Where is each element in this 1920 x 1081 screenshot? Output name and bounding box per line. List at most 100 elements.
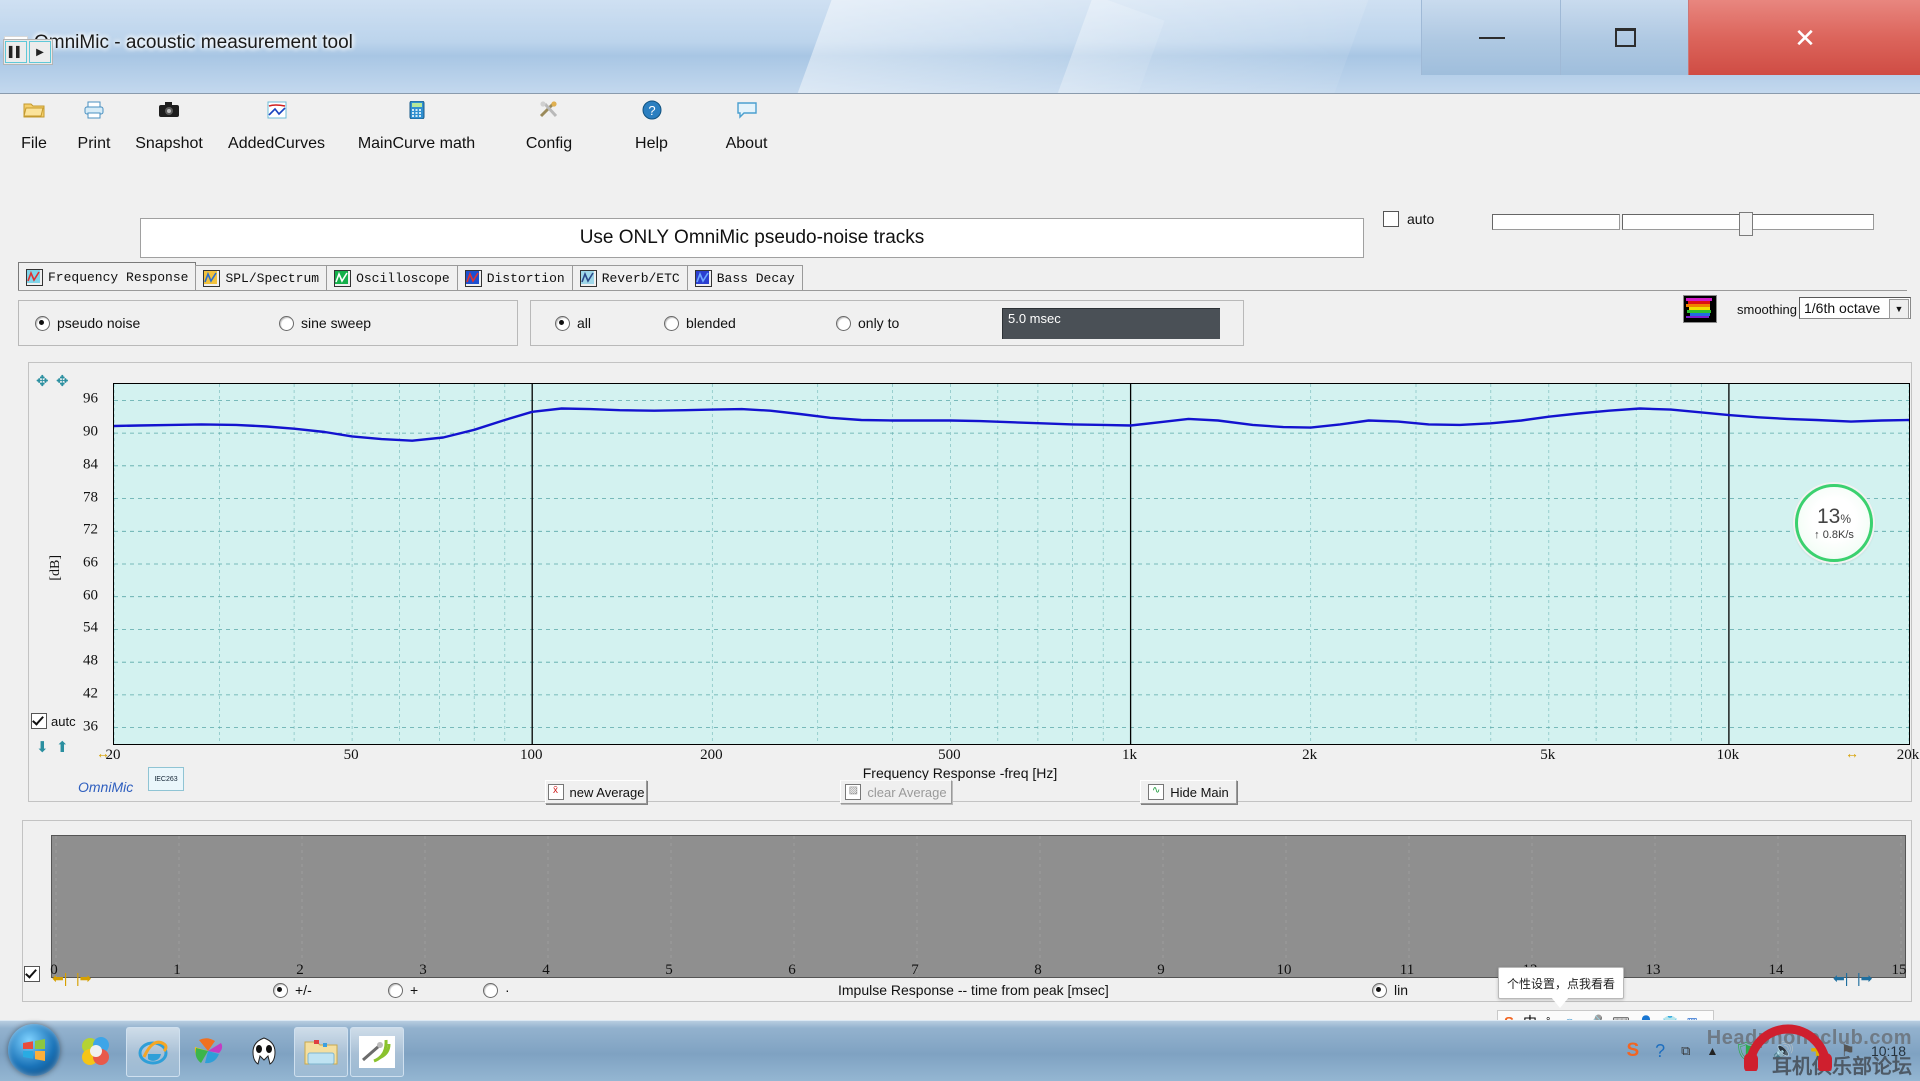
autoscale-checkbox-row[interactable]: autc xyxy=(31,713,76,729)
radio-label: + xyxy=(410,982,419,998)
radio-only-to[interactable]: only to xyxy=(836,315,899,331)
radio-[interactable]: · xyxy=(483,982,510,998)
radio-sine-sweep[interactable]: sine sweep xyxy=(279,315,371,331)
maximize-button[interactable] xyxy=(1560,0,1689,75)
radio-pseudo-noise[interactable]: pseudo noise xyxy=(35,315,140,331)
radio-indicator[interactable] xyxy=(555,315,570,331)
message-text: Use ONLY OmniMic pseudo-noise tracks xyxy=(579,227,925,248)
menu-item-file[interactable]: File xyxy=(4,94,64,166)
360-browser-icon[interactable] xyxy=(182,1027,234,1075)
impulse-x-tick: 6 xyxy=(788,962,796,978)
x-axis-tick: 100 xyxy=(519,747,543,763)
radio-label: pseudo noise xyxy=(57,315,141,331)
pause-button[interactable]: ▌▌ xyxy=(5,41,27,63)
tab-frequency-response[interactable]: Frequency Response xyxy=(18,262,197,291)
iec-badge[interactable]: IEC263 xyxy=(148,767,184,791)
radio-indicator[interactable] xyxy=(836,315,851,331)
autoscale-checkbox[interactable] xyxy=(31,713,47,729)
plot-contract-icon[interactable]: ✥ xyxy=(56,372,69,390)
chevron-up-icon[interactable]: ▲ xyxy=(1706,1044,1718,1058)
radio-indicator[interactable] xyxy=(273,982,288,998)
level-slider-1[interactable] xyxy=(1492,214,1620,230)
x-axis-max-arrow-icon[interactable]: ↔ xyxy=(1845,745,1859,761)
windows-orb-icon[interactable] xyxy=(8,1024,60,1076)
impulse-x-tick: 9 xyxy=(1157,962,1165,978)
menu-item-snapshot[interactable]: Snapshot xyxy=(124,94,214,166)
impulse-x-tick: 11 xyxy=(1399,962,1415,978)
y-axis-tick: 72 xyxy=(83,521,98,538)
radio-[interactable]: + xyxy=(388,982,418,998)
ime-tooltip[interactable]: 个性设置，点我看看 xyxy=(1498,967,1624,1008)
menu-item-maincurve-math[interactable]: MainCurve math xyxy=(339,94,494,166)
play-button[interactable]: ▶ xyxy=(29,41,51,63)
chevron-down-icon[interactable]: ▼ xyxy=(1889,299,1909,319)
clear-average-button: ▨ clear Average xyxy=(840,780,952,804)
radio-[interactable]: +/- xyxy=(273,982,312,998)
smoothing-select[interactable]: 1/6th octave ▼ xyxy=(1799,297,1911,319)
impulse-zoom-out-icon[interactable]: ⬅| xyxy=(1833,970,1848,987)
radio-indicator[interactable] xyxy=(279,315,294,331)
impulse-x-tick: 13 xyxy=(1645,962,1661,978)
frequency-response-plot[interactable] xyxy=(113,383,1910,745)
impulse-enable-checkbox[interactable] xyxy=(24,966,40,982)
tab-oscilloscope[interactable]: Oscilloscope xyxy=(326,265,458,291)
radio-indicator[interactable] xyxy=(483,982,498,998)
sogou-browser-icon[interactable] xyxy=(70,1027,122,1075)
radio-indicator[interactable] xyxy=(388,982,403,998)
tray-sogou-icon[interactable]: S xyxy=(1626,1040,1639,1062)
menu-item-help[interactable]: ? Help xyxy=(604,94,699,166)
menu-item-print[interactable]: Print xyxy=(64,94,124,166)
tray-help-icon[interactable]: ? xyxy=(1655,1041,1665,1062)
tray-show-hidden-icon[interactable]: ⧉ xyxy=(1681,1043,1690,1059)
minimize-button[interactable] xyxy=(1421,0,1561,75)
omnimic-app-icon[interactable] xyxy=(350,1027,404,1077)
impulse-zoom-in-icon[interactable]: |➡ xyxy=(1857,970,1872,987)
network-speed-badge[interactable]: 13% ↑ 0.8K/s xyxy=(1795,484,1873,562)
application-window: OmniMic - acoustic measurement tool ✕ Fi… xyxy=(0,0,1920,1020)
menu-item-config[interactable]: Config xyxy=(494,94,604,166)
radio-label: sine sweep xyxy=(301,315,372,331)
menu-item-label: Help xyxy=(635,135,668,152)
plot-expand-icon[interactable]: ✥ xyxy=(36,372,49,390)
auto-checkbox[interactable] xyxy=(1383,211,1399,227)
internet-explorer-icon[interactable] xyxy=(126,1027,180,1077)
y-axis-label: [dB] xyxy=(48,555,63,581)
distortion-icon xyxy=(464,270,482,287)
tab-distortion[interactable]: Distortion xyxy=(456,265,573,291)
radio-indicator[interactable] xyxy=(35,315,50,331)
network-rate: 0.8K/s xyxy=(1822,528,1854,541)
y-axis-tick: 60 xyxy=(83,587,98,604)
menu-item-about[interactable]: About xyxy=(699,94,794,166)
hide-main-button[interactable]: ∿ Hide Main xyxy=(1140,780,1237,804)
plot-down-icon[interactable]: ⬇ xyxy=(36,738,49,756)
impulse-lin-option[interactable]: lin xyxy=(1372,982,1408,998)
tray-network-flag-icon[interactable]: ⚑ xyxy=(1841,1041,1855,1061)
plot-up-icon[interactable]: ⬆ xyxy=(56,738,69,756)
radio-indicator[interactable] xyxy=(664,315,679,331)
impulse-enable-row[interactable] xyxy=(24,966,40,982)
tab-reverb-etc[interactable]: Reverb/ETC xyxy=(571,265,688,291)
menu-item-addedcurves[interactable]: AddedCurves xyxy=(214,94,339,166)
foobar2000-icon[interactable] xyxy=(238,1027,290,1075)
x-axis-min-arrow-icon[interactable]: ↔ xyxy=(96,745,110,761)
close-button[interactable]: ✕ xyxy=(1688,0,1920,75)
new-average-button[interactable]: x̄ new Average xyxy=(545,780,647,804)
window-title: OmniMic - acoustic measurement tool xyxy=(34,32,353,53)
level-slider-2[interactable] xyxy=(1622,212,1874,236)
tab-label: Distortion xyxy=(486,271,565,286)
file-explorer-icon[interactable] xyxy=(294,1027,348,1077)
auto-checkbox-row[interactable]: auto xyxy=(1383,211,1434,227)
tray-clock[interactable]: 10:18 xyxy=(1871,1043,1906,1059)
impulse-x-tick: 8 xyxy=(1034,962,1042,978)
tab-bass-decay[interactable]: Bass Decay xyxy=(686,265,803,291)
impulse-lin-radio[interactable] xyxy=(1372,982,1387,998)
radio-all[interactable]: all xyxy=(555,315,591,331)
radio-blended[interactable]: blended xyxy=(664,315,736,331)
color-palette-icon[interactable] xyxy=(1683,295,1717,323)
y-axis-tick: 48 xyxy=(83,652,98,669)
tab-spl-spectrum[interactable]: SPL/Spectrum xyxy=(195,265,328,291)
impulse-x-tick: 14 xyxy=(1768,962,1784,978)
window-msec-field[interactable]: 5.0 msec xyxy=(1002,308,1220,339)
slider-thumb[interactable] xyxy=(1739,212,1753,236)
impulse-response-plot[interactable] xyxy=(51,835,1906,978)
